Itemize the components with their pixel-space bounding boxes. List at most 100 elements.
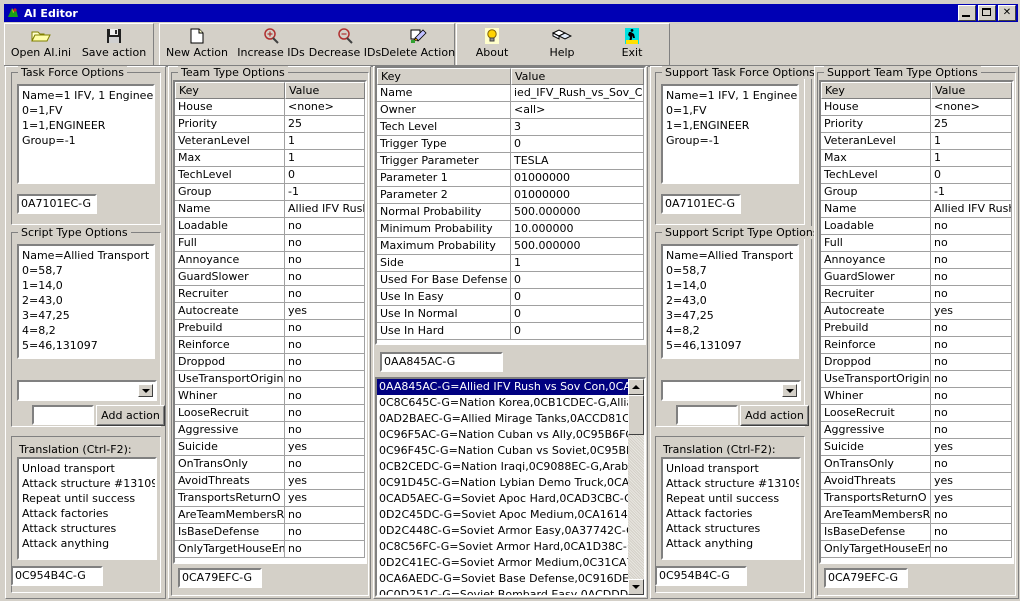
support-team-type-row[interactable]: GuardSlower no bbox=[821, 269, 1012, 286]
support-team-type-row[interactable]: LooseRecruit no bbox=[821, 405, 1012, 422]
trigger-value[interactable]: 500.000000 bbox=[511, 204, 644, 221]
task-force-memo[interactable]: Name=1 IFV, 1 Engineer 0=1,FV 1=1,ENGINE… bbox=[17, 84, 155, 184]
script-type-memo[interactable]: Name=Allied Transport vs S 0=58,7 1=14,0… bbox=[17, 244, 155, 359]
translation-id-input[interactable]: 0C954B4C-G bbox=[11, 566, 103, 586]
support-script-action-combo[interactable] bbox=[661, 380, 801, 401]
trigger-row[interactable]: Parameter 1 01000000 bbox=[377, 170, 644, 187]
team-type-row[interactable]: LooseRecruit no bbox=[175, 405, 365, 422]
trigger-value[interactable]: 10.000000 bbox=[511, 221, 644, 238]
trigger-row[interactable]: Name ied_IFV_Rush_vs_Sov_Con bbox=[377, 85, 644, 102]
scroll-thumb[interactable] bbox=[628, 395, 644, 435]
support-team-type-value[interactable]: 25 bbox=[931, 116, 1012, 133]
support-team-type-value[interactable]: 0 bbox=[931, 167, 1012, 184]
add-action-button[interactable]: Add action bbox=[96, 405, 165, 426]
support-team-type-row[interactable]: Aggressive no bbox=[821, 422, 1012, 439]
support-team-type-row[interactable]: AvoidThreats yes bbox=[821, 473, 1012, 490]
support-team-type-row[interactable]: Reinforce no bbox=[821, 337, 1012, 354]
team-type-row[interactable]: Reinforce no bbox=[175, 337, 365, 354]
support-team-type-row[interactable]: Max 1 bbox=[821, 150, 1012, 167]
team-type-row[interactable]: UseTransportOrigin no bbox=[175, 371, 365, 388]
open-ai-ini-button[interactable]: Open AI.ini bbox=[5, 24, 77, 64]
support-task-force-id-input[interactable]: 0A7101EC-G bbox=[661, 194, 741, 214]
team-type-row[interactable]: AreTeamMembersR no bbox=[175, 507, 365, 524]
team-type-row[interactable]: Autocreate yes bbox=[175, 303, 365, 320]
team-type-value[interactable]: no bbox=[285, 252, 365, 269]
support-team-type-value[interactable]: no bbox=[931, 218, 1012, 235]
support-translation-id-input[interactable]: 0C954B4C-G bbox=[655, 566, 747, 586]
support-team-type-row[interactable]: TransportsReturnO yes bbox=[821, 490, 1012, 507]
team-type-value[interactable]: -1 bbox=[285, 184, 365, 201]
trigger-list-item[interactable]: 0D2C41EC-G=Soviet Armor Medium,0C31CA7C-… bbox=[377, 555, 628, 571]
trigger-list[interactable]: 0AA845AC-G=Allied IFV Rush vs Sov Con,0C… bbox=[375, 377, 646, 597]
team-type-value[interactable]: no bbox=[285, 507, 365, 524]
support-team-type-row[interactable]: Annoyance no bbox=[821, 252, 1012, 269]
support-team-type-value[interactable]: no bbox=[931, 371, 1012, 388]
trigger-row[interactable]: Minimum Probability 10.000000 bbox=[377, 221, 644, 238]
script-action-param-input[interactable] bbox=[32, 405, 94, 425]
support-team-type-row[interactable]: Full no bbox=[821, 235, 1012, 252]
trigger-list-item[interactable]: 0C8C56FC-G=Soviet Armor Hard,0CA1D38C-G,… bbox=[377, 539, 628, 555]
support-team-type-value[interactable]: 1 bbox=[931, 150, 1012, 167]
support-team-type-row[interactable]: House <none> bbox=[821, 99, 1012, 116]
trigger-list-item[interactable]: 0CAD5AEC-G=Soviet Apoc Hard,0CAD3CBC-G, … bbox=[377, 491, 628, 507]
decrease-ids-button[interactable]: Decrease IDs bbox=[308, 24, 382, 64]
support-team-type-value[interactable]: yes bbox=[931, 439, 1012, 456]
trigger-list-item[interactable]: 0AD2BAEC-G=Allied Mirage Tanks,0ACCD81C-… bbox=[377, 411, 628, 427]
translation-memo[interactable]: Unload transport Attack structure #13109… bbox=[17, 457, 157, 560]
team-type-value[interactable]: yes bbox=[285, 490, 365, 507]
team-type-value[interactable]: no bbox=[285, 388, 365, 405]
team-type-value[interactable]: no bbox=[285, 371, 365, 388]
trigger-row[interactable]: Trigger Parameter TESLA bbox=[377, 153, 644, 170]
support-team-type-value[interactable]: <none> bbox=[931, 99, 1012, 116]
support-team-type-id-input[interactable]: 0CA79EFC-G bbox=[824, 568, 908, 588]
team-type-row[interactable]: Recruiter no bbox=[175, 286, 365, 303]
support-team-type-row[interactable]: Suicide yes bbox=[821, 439, 1012, 456]
team-type-value[interactable]: no bbox=[285, 235, 365, 252]
trigger-value[interactable]: 0 bbox=[511, 323, 644, 340]
support-team-type-value[interactable]: no bbox=[931, 507, 1012, 524]
team-type-row[interactable]: Suicide yes bbox=[175, 439, 365, 456]
trigger-list-scrollbar[interactable] bbox=[628, 379, 644, 595]
team-type-row[interactable]: VeteranLevel 1 bbox=[175, 133, 365, 150]
team-type-value[interactable]: no bbox=[285, 218, 365, 235]
chevron-down-icon[interactable] bbox=[782, 384, 797, 397]
trigger-grid[interactable]: Key Value Name ied_IFV_Rush_vs_Sov_Con Own… bbox=[375, 66, 646, 345]
trigger-value[interactable]: 01000000 bbox=[511, 187, 644, 204]
trigger-row[interactable]: Normal Probability 500.000000 bbox=[377, 204, 644, 221]
team-type-value[interactable]: 1 bbox=[285, 133, 365, 150]
team-type-row[interactable]: TechLevel 0 bbox=[175, 167, 365, 184]
team-type-row[interactable]: House <none> bbox=[175, 99, 365, 116]
team-type-row[interactable]: Whiner no bbox=[175, 388, 365, 405]
trigger-row[interactable]: Use In Normal 0 bbox=[377, 306, 644, 323]
team-type-value[interactable]: yes bbox=[285, 303, 365, 320]
close-button[interactable]: ✕ bbox=[998, 5, 1016, 21]
trigger-value[interactable]: 1 bbox=[511, 255, 644, 272]
minimize-button[interactable] bbox=[958, 5, 976, 21]
trigger-list-item[interactable]: 0D2C45DC-G=Soviet Apoc Medium,0CA1614C-G… bbox=[377, 507, 628, 523]
team-type-value[interactable]: 1 bbox=[285, 150, 365, 167]
support-add-action-button[interactable]: Add action bbox=[740, 405, 809, 426]
team-type-value[interactable]: no bbox=[285, 422, 365, 439]
maximize-button[interactable] bbox=[978, 5, 996, 21]
trigger-row[interactable]: Use In Hard 0 bbox=[377, 323, 644, 340]
trigger-row[interactable]: Use In Easy 0 bbox=[377, 289, 644, 306]
trigger-row[interactable]: Tech Level 3 bbox=[377, 119, 644, 136]
support-team-type-value[interactable]: no bbox=[931, 235, 1012, 252]
team-type-value[interactable]: no bbox=[285, 269, 365, 286]
trigger-list-item[interactable]: 0C91D45C-G=Nation Lybian Demo Truck,0CAC… bbox=[377, 475, 628, 491]
trigger-list-item[interactable]: 0CB2CEDC-G=Nation Iraqi,0C9088EC-G,Arabs… bbox=[377, 459, 628, 475]
support-team-type-value[interactable]: no bbox=[931, 524, 1012, 541]
team-type-row[interactable]: Priority 25 bbox=[175, 116, 365, 133]
trigger-value[interactable]: 0 bbox=[511, 306, 644, 323]
support-team-type-value[interactable]: no bbox=[931, 269, 1012, 286]
team-type-value[interactable]: no bbox=[285, 524, 365, 541]
support-translation-memo[interactable]: Unload transport Attack structure #13109… bbox=[661, 457, 801, 560]
team-type-row[interactable]: AvoidThreats yes bbox=[175, 473, 365, 490]
trigger-row[interactable]: Used For Base Defense 0 bbox=[377, 272, 644, 289]
team-type-row[interactable]: OnlyTargetHouseEn no bbox=[175, 541, 365, 558]
about-button[interactable]: About bbox=[457, 24, 527, 64]
new-action-button[interactable]: New Action bbox=[160, 24, 234, 64]
support-team-type-row[interactable]: Group -1 bbox=[821, 184, 1012, 201]
team-type-row[interactable]: Annoyance no bbox=[175, 252, 365, 269]
support-team-type-value[interactable]: no bbox=[931, 320, 1012, 337]
